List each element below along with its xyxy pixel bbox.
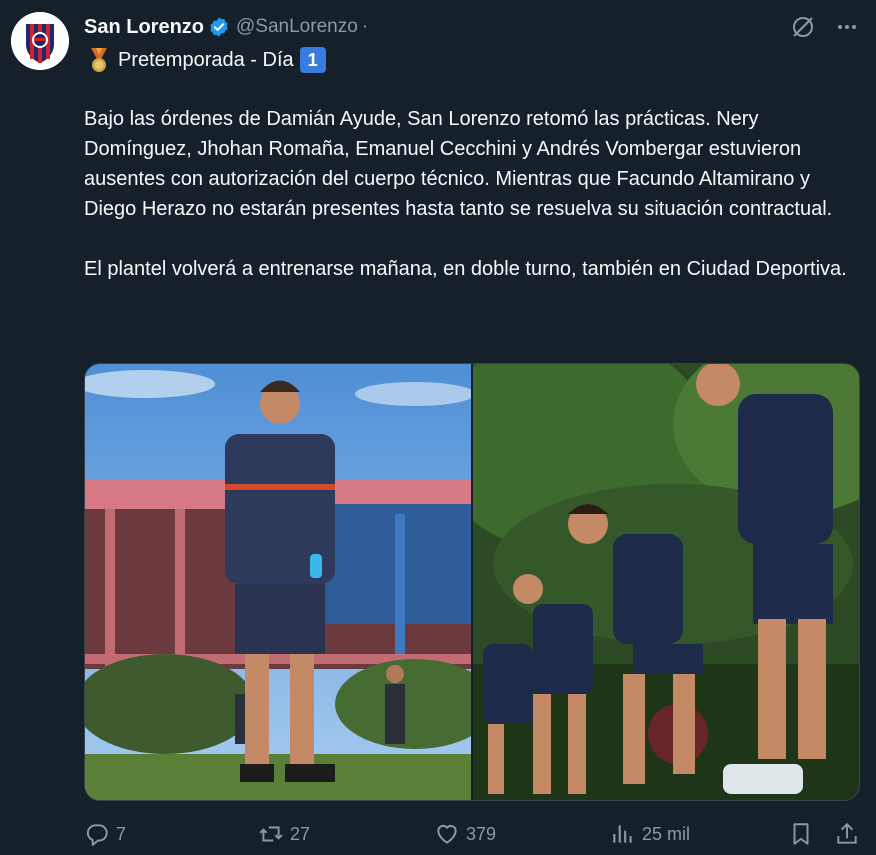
views-count: 25 mil xyxy=(642,823,691,844)
medal-icon xyxy=(91,48,107,72)
account-name[interactable]: San Lorenzo xyxy=(84,16,204,39)
keycap-number: 1 xyxy=(299,47,326,73)
media-grid xyxy=(84,363,860,801)
retweet-button[interactable]: 27 xyxy=(258,821,310,847)
reply-button[interactable]: 7 xyxy=(84,821,126,847)
like-button[interactable]: 379 xyxy=(434,821,496,847)
share-button[interactable] xyxy=(834,821,860,847)
tweet-actions: 7 27 379 25 mil xyxy=(84,817,864,851)
views-icon xyxy=(613,825,632,843)
tweet-subtitle: Pretemporada - Día 1 xyxy=(88,47,326,73)
grok-icon[interactable] xyxy=(788,12,818,42)
reply-icon xyxy=(86,824,108,846)
like-count: 379 xyxy=(466,823,497,844)
account-handle[interactable]: @SanLorenzo xyxy=(236,16,358,38)
tweet-header: San Lorenzo @SanLorenzo · xyxy=(84,14,368,40)
club-crest-icon xyxy=(11,12,69,70)
bookmark-icon xyxy=(793,823,809,845)
reply-count: 7 xyxy=(116,823,127,844)
more-icon[interactable] xyxy=(832,12,862,42)
training-photo-players[interactable] xyxy=(473,364,859,800)
subtitle-text: Pretemporada - Día xyxy=(118,48,294,71)
top-actions xyxy=(788,12,862,42)
training-photo-coach[interactable] xyxy=(85,364,471,800)
verified-badge-icon xyxy=(210,17,228,37)
tweet-text: Bajo las órdenes de Damián Ayude, San Lo… xyxy=(84,104,864,314)
views-button[interactable]: 25 mil xyxy=(610,821,690,847)
tweet-paragraph: Bajo las órdenes de Damián Ayude, San Lo… xyxy=(84,108,833,220)
bookmark-button[interactable] xyxy=(788,821,814,847)
avatar[interactable] xyxy=(11,12,69,70)
tweet-paragraph: El plantel volverá a entrenarse mañana, … xyxy=(84,258,847,280)
heart-icon xyxy=(437,824,457,844)
retweet-icon xyxy=(259,826,283,842)
separator-dot: · xyxy=(361,16,369,37)
share-icon xyxy=(837,822,857,844)
retweet-count: 27 xyxy=(290,823,311,844)
